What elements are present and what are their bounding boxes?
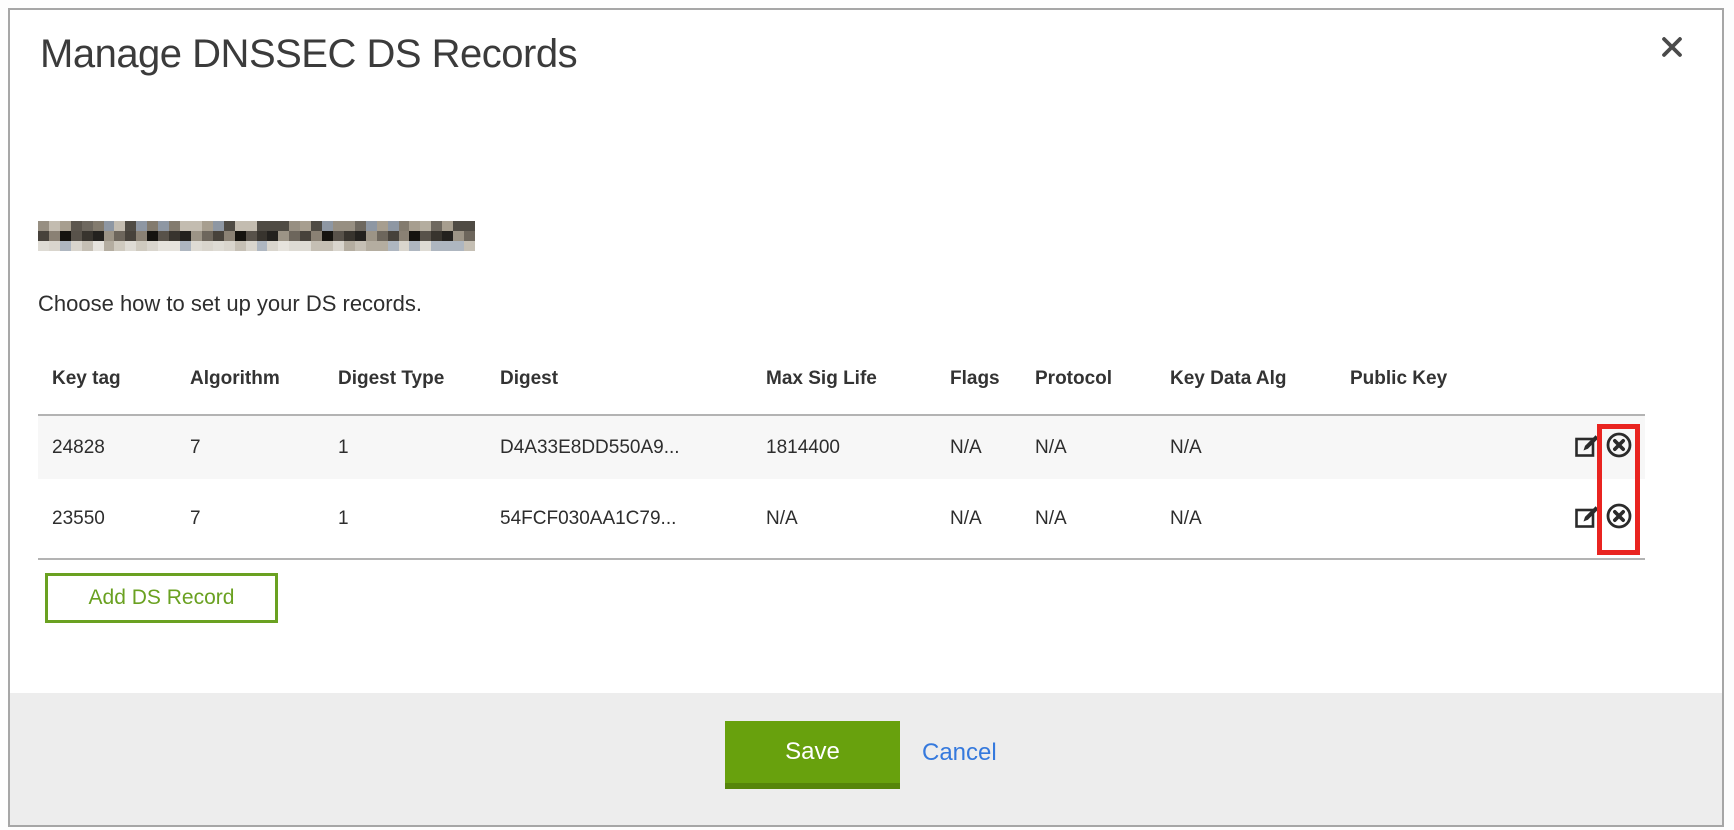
table-cell: 24828 bbox=[38, 415, 176, 479]
redacted-domain-name bbox=[38, 221, 475, 251]
table-cell: N/A bbox=[1156, 415, 1336, 479]
table-cell: 23550 bbox=[38, 479, 176, 559]
table-row: 2482871D4A33E8DD550A9...1814400N/AN/AN/A bbox=[38, 415, 1645, 479]
row-actions bbox=[1536, 479, 1645, 559]
table-cell: N/A bbox=[936, 479, 1021, 559]
column-header: Flags bbox=[936, 364, 1021, 415]
table-cell: 1 bbox=[324, 415, 486, 479]
cancel-link[interactable]: Cancel bbox=[922, 739, 997, 767]
dialog-title: Manage DNSSEC DS Records bbox=[40, 32, 577, 77]
column-header: Key tag bbox=[38, 364, 176, 415]
column-header: Max Sig Life bbox=[752, 364, 936, 415]
column-header: Key Data Alg bbox=[1156, 364, 1336, 415]
close-icon bbox=[1655, 52, 1689, 67]
table-cell: D4A33E8DD550A9... bbox=[486, 415, 752, 479]
table-cell: N/A bbox=[752, 479, 936, 559]
row-actions bbox=[1536, 415, 1645, 479]
column-header: Algorithm bbox=[176, 364, 324, 415]
screen: Manage DNSSEC DS Records Choose how to s… bbox=[0, 0, 1734, 830]
table-cell bbox=[1336, 479, 1536, 559]
delete-icon bbox=[1605, 502, 1633, 533]
table-cell: N/A bbox=[936, 415, 1021, 479]
column-header: Protocol bbox=[1021, 364, 1156, 415]
table-row: 235507154FCF030AA1C79...N/AN/AN/AN/A bbox=[38, 479, 1645, 559]
edit-record-button[interactable] bbox=[1574, 503, 1600, 532]
table-header-row: Key tagAlgorithmDigest TypeDigestMax Sig… bbox=[38, 364, 1645, 415]
setup-instruction: Choose how to set up your DS records. bbox=[38, 291, 422, 317]
close-button[interactable] bbox=[1650, 26, 1694, 70]
edit-icon bbox=[1574, 432, 1600, 461]
save-button[interactable]: Save bbox=[725, 721, 900, 789]
table-cell: 1814400 bbox=[752, 415, 936, 479]
table-cell: 7 bbox=[176, 415, 324, 479]
table-cell: N/A bbox=[1021, 415, 1156, 479]
table-cell: 54FCF030AA1C79... bbox=[486, 479, 752, 559]
column-header: Digest Type bbox=[324, 364, 486, 415]
dnssec-dialog: Manage DNSSEC DS Records Choose how to s… bbox=[8, 8, 1724, 827]
column-header: Digest bbox=[486, 364, 752, 415]
delete-icon bbox=[1605, 431, 1633, 462]
dialog-footer: Save Cancel bbox=[10, 693, 1722, 825]
add-ds-record-button[interactable]: Add DS Record bbox=[45, 573, 278, 623]
table-cell: 7 bbox=[176, 479, 324, 559]
delete-record-button[interactable] bbox=[1605, 431, 1633, 462]
table-cell: 1 bbox=[324, 479, 486, 559]
table-cell: N/A bbox=[1021, 479, 1156, 559]
table-cell: N/A bbox=[1156, 479, 1336, 559]
delete-record-button[interactable] bbox=[1605, 502, 1633, 533]
edit-icon bbox=[1574, 503, 1600, 532]
edit-record-button[interactable] bbox=[1574, 432, 1600, 461]
column-header: Public Key bbox=[1336, 364, 1536, 415]
table-cell bbox=[1336, 415, 1536, 479]
ds-records-table: Key tagAlgorithmDigest TypeDigestMax Sig… bbox=[38, 364, 1645, 560]
